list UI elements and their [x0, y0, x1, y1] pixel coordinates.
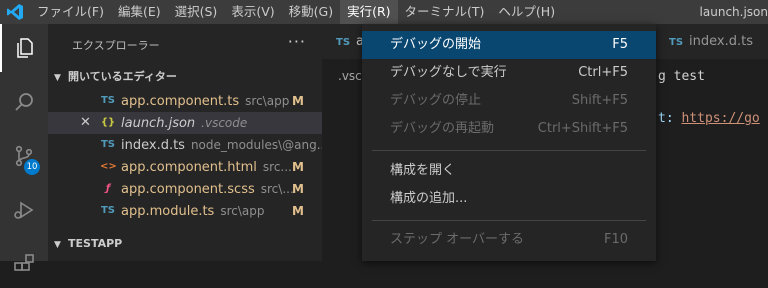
- tab-index-d-ts[interactable]: TS index.d.ts: [669, 24, 753, 59]
- close-icon[interactable]: ✕: [80, 112, 92, 134]
- explorer-sidebar: エクスプローラー ··· ▼ 開いているエディター TS app.componen…: [48, 24, 328, 261]
- extensions-icon[interactable]: [0, 240, 48, 288]
- open-editor-item[interactable]: ƒ app.component.scss src\... M: [48, 178, 322, 200]
- json-file-icon: {}: [100, 117, 116, 128]
- vscode-logo-icon: [0, 0, 30, 24]
- scss-file-icon: ƒ: [105, 183, 111, 194]
- menu-item-run-without-debugging[interactable]: デバッグなしで実行 Ctrl+F5: [362, 59, 656, 87]
- menu-view[interactable]: 表示(V): [224, 0, 281, 24]
- menu-file[interactable]: ファイル(F): [30, 0, 111, 24]
- modified-badge: M: [292, 94, 304, 108]
- menu-bar: ファイル(F) 編集(E) 選択(S) 表示(V) 移動(G) 実行(R) ター…: [0, 0, 768, 24]
- source-control-badge: 10: [24, 159, 40, 175]
- html-file-icon: <>: [100, 161, 117, 172]
- sidebar-title: エクスプローラー: [72, 39, 160, 52]
- file-name: app.component.ts src\app: [121, 94, 290, 109]
- file-path: src\...: [260, 182, 294, 196]
- breadcrumb[interactable]: .vsc: [338, 69, 362, 83]
- open-editors-section[interactable]: ▼ 開いているエディター: [54, 68, 177, 84]
- activity-bar: 10: [0, 24, 48, 271]
- modified-badge: M: [292, 160, 304, 174]
- window-title: launch.json: [699, 5, 768, 19]
- typescript-file-icon: TS: [100, 205, 116, 216]
- open-editors-title: 開いているエディター: [68, 70, 177, 83]
- file-name: app.component.html src...: [121, 160, 292, 175]
- run-debug-icon[interactable]: [0, 186, 48, 234]
- modified-badge: M: [292, 204, 304, 218]
- open-editor-item[interactable]: TS index.d.ts node_modules\@ang...: [48, 134, 328, 156]
- code-line: g test: [658, 69, 705, 84]
- file-path: src\app: [220, 204, 265, 218]
- chevron-down-icon: ▼: [54, 240, 61, 250]
- tab-launch[interactable]: TS a: [336, 24, 364, 59]
- tab-label: index.d.ts: [689, 34, 753, 49]
- modified-badge: M: [292, 182, 304, 196]
- chevron-down-icon: ▼: [54, 73, 61, 83]
- file-path: src...: [262, 160, 292, 174]
- menu-item-start-debugging[interactable]: デバッグの開始 F5: [362, 31, 656, 59]
- menu-run[interactable]: 実行(R): [340, 0, 398, 24]
- file-name: app.component.scss src\...: [121, 182, 294, 197]
- menu-item-stop-debugging[interactable]: デバッグの停止 Shift+F5: [362, 87, 656, 115]
- file-path: .vscode: [201, 116, 248, 130]
- code-line: t: https://go: [658, 111, 760, 126]
- menu-help[interactable]: ヘルプ(H): [491, 0, 562, 24]
- run-menu-dropdown: デバッグの開始 F5 デバッグなしで実行 Ctrl+F5 デバッグの停止 Shi…: [362, 24, 656, 261]
- menu-item-open-configurations[interactable]: 構成を開く: [362, 157, 656, 185]
- menu-item-add-configuration[interactable]: 構成の追加...: [362, 185, 656, 213]
- explorer-icon[interactable]: [0, 24, 48, 72]
- more-actions-icon[interactable]: ···: [288, 32, 306, 51]
- file-name: index.d.ts node_modules\@ang...: [121, 138, 329, 153]
- typescript-file-icon: TS: [100, 139, 116, 150]
- file-name: launch.json .vscode: [121, 116, 248, 131]
- menu-selection[interactable]: 選択(S): [168, 0, 225, 24]
- menu-go[interactable]: 移動(G): [282, 0, 340, 24]
- menu-separator: [372, 220, 646, 221]
- typescript-file-icon: TS: [669, 37, 684, 48]
- open-editor-item[interactable]: TS app.module.ts src\app M: [48, 200, 322, 222]
- open-editor-item[interactable]: TS app.component.ts src\app M: [48, 90, 322, 112]
- menu-edit[interactable]: 編集(E): [111, 0, 168, 24]
- typescript-file-icon: TS: [336, 37, 351, 48]
- source-control-icon[interactable]: 10: [0, 132, 48, 180]
- menu-separator: [372, 150, 646, 151]
- menu-item-restart-debugging[interactable]: デバッグの再起動 Ctrl+Shift+F5: [362, 115, 656, 143]
- file-name: app.module.ts src\app: [121, 204, 265, 219]
- open-editor-item[interactable]: ✕ {} launch.json .vscode: [48, 112, 322, 134]
- open-editor-item[interactable]: <> app.component.html src... M: [48, 156, 322, 178]
- typescript-file-icon: TS: [100, 95, 116, 106]
- menu-item-step-over[interactable]: ステップ オーバーする F10: [362, 226, 656, 254]
- workspace-title: TESTAPP: [68, 237, 123, 250]
- file-path: node_modules\@ang...: [190, 138, 329, 152]
- search-icon[interactable]: [0, 78, 48, 126]
- file-path: src\app: [245, 94, 290, 108]
- menu-terminal[interactable]: ターミナル(T): [398, 0, 492, 24]
- workspace-section[interactable]: ▼ TESTAPP: [54, 237, 122, 250]
